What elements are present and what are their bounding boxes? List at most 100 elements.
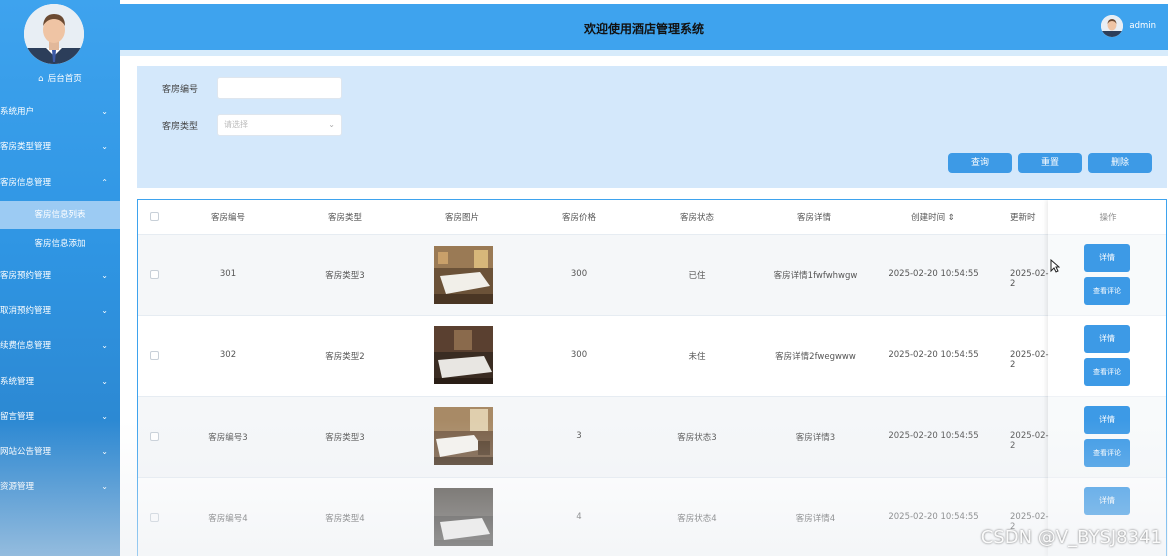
room-type-select[interactable]: 请选择 ⌄	[217, 114, 342, 136]
cell-created: 2025-02-20 10:54:55	[888, 350, 979, 360]
column-header: 客房类型	[327, 213, 362, 223]
view-reviews-button[interactable]: 查看评论	[1084, 358, 1130, 386]
chevron-up-icon: ⌃	[101, 178, 108, 187]
column-header: 客房价格	[561, 213, 596, 223]
table-row: 301 客房类型3 300 已住 客房详情1fwfwhwgw 2025-02-2…	[138, 234, 1166, 315]
reset-button[interactable]: 重置	[1018, 153, 1082, 173]
sidebar-subitem-room-add[interactable]: 客房信息添加	[0, 230, 120, 258]
sidebar-item-system-users[interactable]: 系统用户 ⌄	[0, 101, 120, 123]
cell-detail: 客房详情1fwfwhwgw	[773, 271, 858, 281]
sidebar-item-cancel-booking[interactable]: 取消预约管理 ⌄	[0, 300, 120, 322]
sidebar-item-renewal[interactable]: 续费信息管理 ⌄	[0, 335, 120, 357]
chevron-down-icon: ⌄	[101, 306, 108, 315]
header: 欢迎使用酒店管理系统 admin	[120, 4, 1168, 50]
mouse-cursor-icon	[1050, 258, 1061, 276]
search-panel: 客房编号 客房类型 请选择 ⌄ 查询 重置 删除	[137, 66, 1167, 188]
column-header-created[interactable]: 创建时间 ⇕	[888, 211, 978, 223]
chevron-down-icon: ⌄	[101, 142, 108, 151]
column-header: 客房图片	[444, 213, 479, 223]
sidebar-item-announcements[interactable]: 网站公告管理 ⌄	[0, 441, 120, 463]
cell-price: 300	[570, 269, 588, 279]
cell-status: 未住	[688, 352, 706, 362]
action-column: 详情 查看评论 详情 查看评论 详情 查看评论 详情	[1048, 200, 1166, 556]
cell-room-no: 客房编号4	[208, 514, 248, 524]
detail-button[interactable]: 详情	[1084, 406, 1130, 434]
cell-room-no: 302	[219, 350, 237, 360]
watermark: CSDN @V_BYSJ8341	[980, 527, 1162, 548]
cell-room-type: 客房类型4	[325, 514, 365, 524]
user-menu[interactable]: admin	[1101, 14, 1156, 38]
room-image	[434, 488, 493, 546]
avatar	[24, 4, 84, 64]
sidebar-item-system[interactable]: 系统管理 ⌄	[0, 371, 120, 393]
delete-button[interactable]: 删除	[1088, 153, 1152, 173]
sidebar-item-messages[interactable]: 留言管理 ⌄	[0, 406, 120, 428]
chevron-down-icon: ⌄	[101, 377, 108, 386]
cell-room-type: 客房类型3	[325, 433, 365, 443]
chevron-down-icon: ⌄	[101, 447, 108, 456]
room-image	[434, 246, 493, 304]
column-header: 客房详情	[796, 213, 831, 223]
home-icon: ⌂	[38, 74, 44, 84]
username: admin	[1129, 21, 1156, 31]
query-button[interactable]: 查询	[948, 153, 1012, 173]
cell-updated: 2025-02-2	[1010, 431, 1049, 451]
cell-room-type: 客房类型3	[325, 271, 365, 281]
cell-price: 300	[570, 350, 588, 360]
chevron-down-icon: ⌄	[328, 120, 335, 129]
sort-icon: ⇕	[947, 213, 955, 223]
view-reviews-button[interactable]: 查看评论	[1084, 277, 1130, 305]
chevron-down-icon: ⌄	[101, 107, 108, 116]
room-no-input[interactable]	[217, 77, 342, 99]
page-title: 欢迎使用酒店管理系统	[583, 22, 704, 36]
cell-detail: 客房详情3	[795, 433, 836, 443]
cell-room-type: 客房类型2	[325, 352, 365, 362]
cell-price: 3	[576, 431, 582, 441]
cell-room-no: 客房编号3	[208, 433, 248, 443]
cell-created: 2025-02-20 10:54:55	[888, 512, 979, 522]
sidebar-item-booking[interactable]: 客房预约管理 ⌄	[0, 265, 120, 287]
room-no-label: 客房编号	[162, 85, 199, 95]
sidebar-item-room-types[interactable]: 客房类型管理 ⌄	[0, 136, 120, 158]
cell-detail: 客房详情4	[795, 514, 836, 524]
chevron-down-icon: ⌄	[101, 271, 108, 280]
sidebar-subitem-room-list[interactable]: 客房信息列表	[0, 201, 120, 229]
room-type-label: 客房类型	[162, 122, 199, 132]
row-checkbox[interactable]	[150, 351, 159, 360]
sidebar-home-link[interactable]: ⌂ 后台首页	[0, 72, 120, 84]
room-image	[434, 407, 493, 465]
row-checkbox[interactable]	[150, 513, 159, 522]
column-header: 客房编号	[210, 213, 245, 223]
room-table: 客房编号 客房类型 客房图片 客房价格 客房状态 客房详情 创建时间 ⇕ 更新时…	[137, 199, 1167, 556]
view-reviews-button[interactable]: 查看评论	[1084, 439, 1130, 467]
table-row: 客房编号3 客房类型3 3 客房状态3 客房详情3 2025-02-20 10:…	[138, 396, 1166, 477]
chevron-down-icon: ⌄	[101, 341, 108, 350]
row-checkbox[interactable]	[150, 432, 159, 441]
cell-price: 4	[576, 512, 582, 522]
column-header: 客房状态	[679, 213, 714, 223]
chevron-down-icon: ⌄	[101, 482, 108, 491]
cell-room-no: 301	[219, 269, 237, 279]
table-row: 302 客房类型2 300 未住 客房详情2fwegwww 2025-02-20…	[138, 315, 1166, 396]
row-checkbox[interactable]	[150, 270, 159, 279]
cell-created: 2025-02-20 10:54:55	[888, 431, 979, 441]
select-all-checkbox[interactable]	[150, 212, 159, 221]
user-avatar	[1101, 15, 1124, 37]
cell-updated: 2025-02-2	[1010, 269, 1049, 289]
room-image	[434, 326, 493, 384]
header-divider	[120, 50, 1168, 56]
detail-button[interactable]: 详情	[1084, 487, 1130, 515]
detail-button[interactable]: 详情	[1084, 244, 1130, 272]
sidebar-item-resources[interactable]: 资源管理 ⌄	[0, 476, 120, 498]
cell-updated: 2025-02-2	[1010, 350, 1049, 370]
cell-created: 2025-02-20 10:54:55	[888, 269, 979, 279]
detail-button[interactable]: 详情	[1084, 325, 1130, 353]
cell-detail: 客房详情2fwegwww	[775, 352, 856, 362]
cell-status: 客房状态3	[677, 433, 717, 443]
cell-status: 客房状态4	[677, 514, 717, 524]
sidebar-item-room-info[interactable]: 客房信息管理 ⌃	[0, 172, 120, 194]
table-header: 客房编号 客房类型 客房图片 客房价格 客房状态 客房详情 创建时间 ⇕ 更新时…	[138, 200, 1166, 234]
cell-status: 已住	[688, 271, 706, 281]
chevron-down-icon: ⌄	[101, 412, 108, 421]
sidebar: ⌂ 后台首页 系统用户 ⌄ 客房类型管理 ⌄ 客房信息管理 ⌃ 客房信息列表 客房信息添…	[0, 0, 120, 556]
